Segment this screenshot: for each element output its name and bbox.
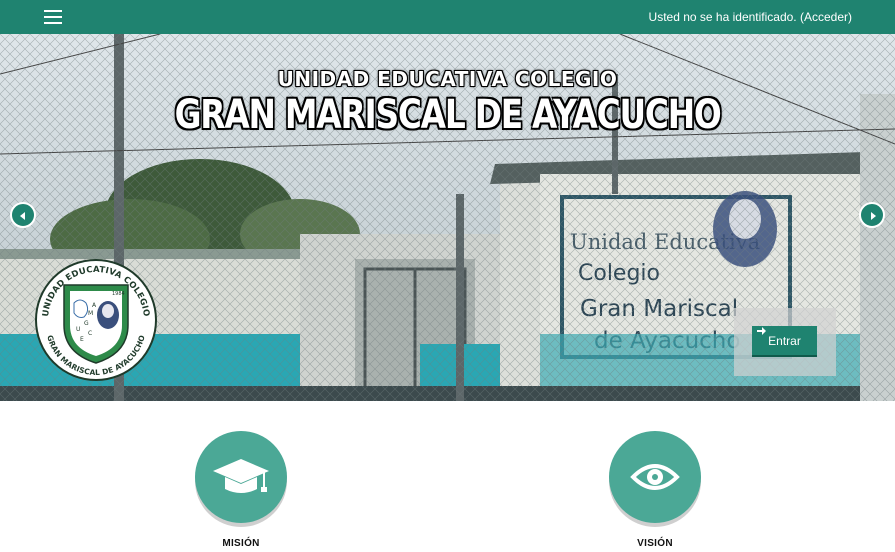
school-logo: UNIDAD EDUCATIVA COLEGIO GRAN MARISCAL D… <box>34 253 158 387</box>
svg-text:U: U <box>76 326 80 333</box>
hero-carousel: Unidad Educativa Colegio Gran Mariscal d… <box>0 34 895 401</box>
chevron-left-icon <box>20 212 25 220</box>
hero-title-line-2: GRAN MARISCAL DE AYACUCHO <box>174 92 722 138</box>
arrow-right-icon <box>757 327 766 335</box>
login-link[interactable]: Usted no se ha identificado. (Acceder) <box>649 10 852 24</box>
svg-text:M: M <box>88 310 93 317</box>
carousel-next-button[interactable] <box>859 202 885 228</box>
chevron-right-icon <box>871 212 876 220</box>
feature-vision-circle[interactable] <box>609 431 701 523</box>
enter-panel: Entrar <box>734 308 836 376</box>
enter-button[interactable]: Entrar <box>752 326 817 357</box>
enter-button-label: Entrar <box>768 334 801 348</box>
eye-icon <box>630 464 680 490</box>
feature-mision[interactable]: MISIÓN <box>195 431 287 549</box>
hamburger-menu-icon[interactable] <box>44 10 62 24</box>
feature-mision-circle[interactable] <box>195 431 287 523</box>
svg-text:G: G <box>84 320 89 327</box>
svg-text:C: C <box>88 330 92 337</box>
feature-mision-label: MISIÓN <box>222 538 260 549</box>
top-navbar: Usted no se ha identificado. (Acceder) <box>0 0 895 34</box>
feature-vision-label: VISIÓN <box>637 538 673 549</box>
feature-vision[interactable]: VISIÓN <box>609 431 701 549</box>
carousel-prev-button[interactable] <box>10 202 36 228</box>
hero-title-line-1: UNIDAD EDUCATIVA COLEGIO <box>277 67 618 91</box>
svg-text:E: E <box>80 336 84 343</box>
graduation-cap-icon <box>213 459 269 493</box>
svg-text:1984: 1984 <box>112 291 125 297</box>
